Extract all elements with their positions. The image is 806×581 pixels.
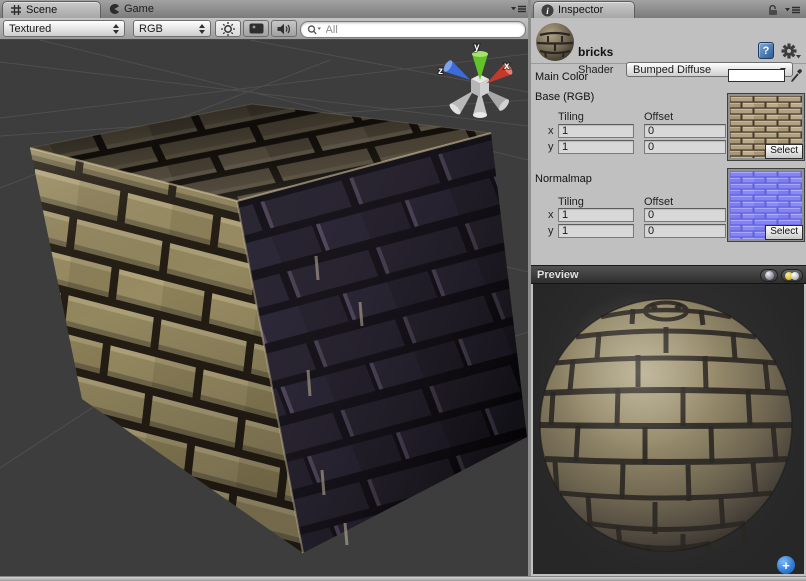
lock-icon[interactable] [767,4,779,15]
material-preview-thumbnail[interactable] [535,22,575,62]
eyedropper-icon[interactable] [790,68,803,83]
scene-viewport[interactable]: y z x [0,40,528,576]
material-name: bricks [578,45,613,59]
material-preview-area[interactable]: + [533,284,804,574]
render-mode-value: Textured [9,23,51,35]
sun-icon [220,21,236,37]
scene-search-field[interactable] [300,21,526,38]
add-button-glyph: + [782,559,790,572]
tab-game[interactable]: Game [108,0,154,18]
preview-lighting-button[interactable] [781,269,803,282]
render-mode-dropdown[interactable]: Textured [3,20,125,37]
scene-panel: Scene Game Textured RGB [0,0,528,576]
tab-scene-label: Scene [26,4,57,16]
updown-arrows-icon [199,24,205,34]
scene-grid-icon [10,4,22,16]
inspector-tabbar: i Inspector [531,0,806,18]
base-y-row-label: y [548,141,554,153]
normalmap-x-row-label: x [548,209,554,221]
help-icon[interactable]: ? [758,42,774,59]
updown-arrows-icon [113,24,119,34]
color-mode-value: RGB [139,23,163,35]
tab-inspector-label: Inspector [558,4,603,16]
scene-panel-menu-icon[interactable] [511,5,526,13]
unity-editor-window: Scene Game Textured RGB [0,0,806,581]
main-color-swatch[interactable] [728,69,785,82]
gizmo-y-label: y [474,42,480,53]
base-offset-x-input[interactable] [644,124,726,138]
inspector-panel: i Inspector [531,0,806,576]
scene-tabbar: Scene Game [0,0,528,18]
white-light-icon [791,272,799,280]
gear-menu-icon[interactable] [781,43,801,60]
gizmo-x-label: x [504,61,510,72]
base-texture-thumbnail[interactable]: Select [728,94,804,160]
base-x-row-label: x [548,125,554,137]
image-icon [249,23,264,34]
scene-3d-view: y z x [0,40,528,576]
tab-scene[interactable]: Scene [2,1,101,18]
gizmo-z-label: z [438,66,443,77]
normalmap-tiling-y-input[interactable] [558,224,634,238]
speaker-icon [276,22,292,36]
brick-cube[interactable] [30,104,527,553]
scene-orientation-gizmo[interactable]: y z x [438,42,514,118]
material-header: bricks Shader Bumped Diffuse ? [531,18,806,64]
help-glyph: ? [763,45,770,57]
scene-lighting-toggle[interactable] [215,20,241,37]
normalmap-tiling-header: Tiling [558,196,584,208]
normalmap-label: Normalmap [535,173,592,185]
scene-skybox-toggle[interactable] [243,20,269,37]
scene-toolbar: Textured RGB [0,18,528,40]
sphere-icon [765,271,774,280]
window-bottom-edge [0,576,806,581]
base-offset-header: Offset [644,111,673,123]
inspector-menu-icon[interactable] [785,6,800,14]
gizmo-y-axis[interactable] [472,51,488,80]
color-mode-dropdown[interactable]: RGB [133,20,211,37]
info-icon: i [541,4,554,17]
normalmap-offset-header: Offset [644,196,673,208]
base-texture-label: Base (RGB) [535,91,594,103]
preview-sphere [533,284,804,574]
tab-inspector[interactable]: i Inspector [533,1,635,18]
search-icon [307,24,321,36]
base-tiling-header: Tiling [558,111,584,123]
scene-audio-toggle[interactable] [271,20,297,37]
preview-header[interactable]: Preview [531,265,806,284]
search-input[interactable] [324,23,519,37]
normalmap-offset-y-input[interactable] [644,224,726,238]
game-icon [108,3,120,15]
normalmap-thumbnail[interactable]: Select [728,169,804,241]
normalmap-offset-x-input[interactable] [644,208,726,222]
base-tiling-y-input[interactable] [558,140,634,154]
add-button[interactable]: + [777,556,795,574]
main-color-label: Main Color [535,71,588,83]
base-tiling-x-input[interactable] [558,124,634,138]
preview-mesh-button[interactable] [760,269,778,282]
base-select-button[interactable]: Select [765,144,803,159]
normalmap-tiling-x-input[interactable] [558,208,634,222]
normalmap-select-button[interactable]: Select [765,225,803,240]
normalmap-y-row-label: y [548,225,554,237]
shader-value: Bumped Diffuse [633,64,711,76]
base-offset-y-input[interactable] [644,140,726,154]
preview-title: Preview [537,269,579,281]
tab-game-label: Game [124,3,154,15]
